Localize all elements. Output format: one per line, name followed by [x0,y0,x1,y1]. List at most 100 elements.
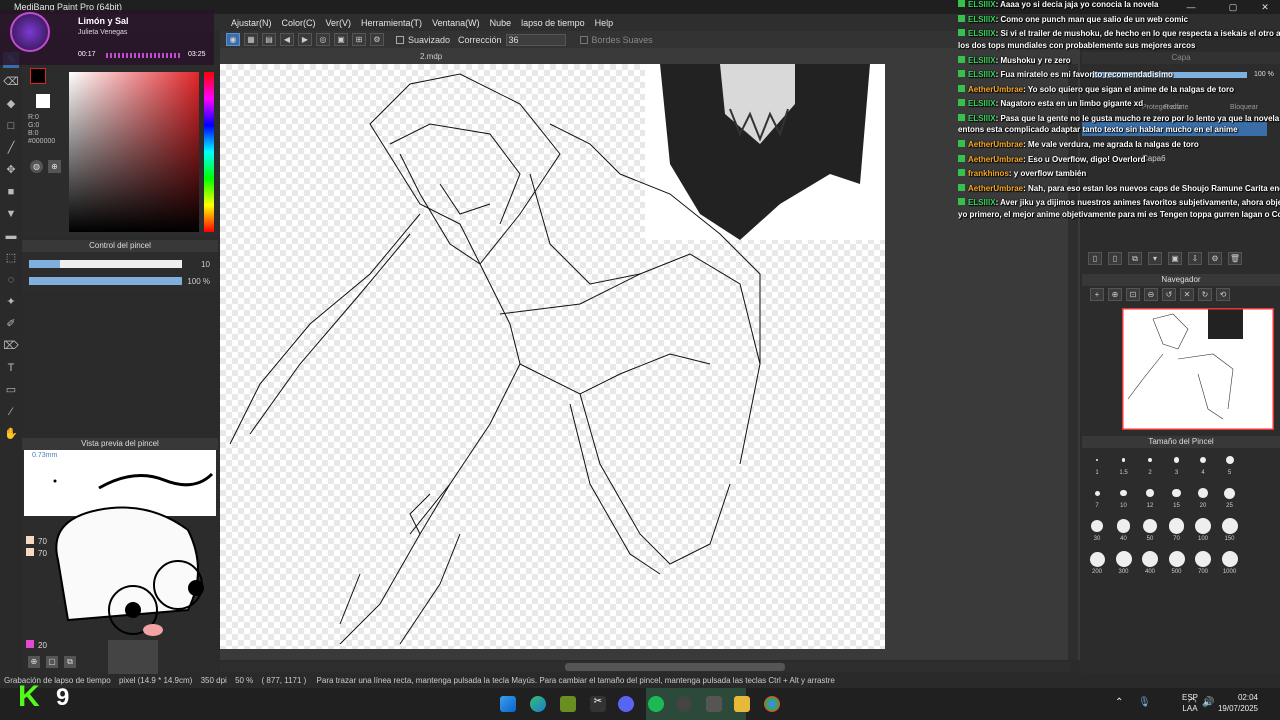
brush-size-option[interactable]: 200 [1082,551,1112,575]
background-color-swatch[interactable] [36,94,50,108]
brush-size-option[interactable]: 30 [1082,518,1112,542]
mic-icon[interactable]: 🎙 [1138,697,1151,708]
brush-mode-icon[interactable]: ◉ [226,33,240,46]
brush-size-option[interactable]: 2 [1135,452,1165,476]
foreground-color-swatch[interactable] [30,68,46,84]
divide-tool-icon[interactable]: ▭ [3,382,19,398]
volume-icon[interactable]: 🔊 [1202,697,1214,708]
smoothing-checkbox[interactable] [396,35,404,44]
snap-icon[interactable]: ⊞ [352,33,366,46]
arrow-icon[interactable]: ◀ [280,33,294,46]
pattern-icon[interactable]: ▦ [244,33,258,46]
chat-username[interactable]: ELSIIIX [968,56,996,65]
edge-icon[interactable] [530,696,546,712]
palette-icon[interactable]: ⊕ [48,160,61,173]
brush-size-option[interactable]: 25 [1215,485,1245,509]
spotify-icon[interactable] [648,696,664,712]
merge-icon[interactable]: ⇩ [1188,252,1202,265]
ruler-icon[interactable]: ▶ [298,33,312,46]
horizontal-scroll-thumb[interactable] [565,663,785,671]
drawing-canvas[interactable] [220,64,885,649]
move-tool-icon[interactable]: ✥ [3,162,19,178]
zoom-in-icon[interactable]: + [1090,288,1104,301]
menu-ajustar[interactable]: Ajustar(N) [231,18,272,28]
select-pen-icon[interactable]: ✐ [3,316,19,332]
brush-size-option[interactable]: 150 [1215,518,1245,542]
zoom-out-icon[interactable]: ⊖ [1144,288,1158,301]
brush-size-option[interactable]: 40 [1109,518,1139,542]
chat-username[interactable]: ELSIIIX [968,114,996,123]
brush-size-option[interactable]: 5 [1215,452,1245,476]
medibang-icon[interactable] [706,696,722,712]
copy-layer-icon[interactable]: ⧉ [1128,252,1142,265]
folder-icon[interactable]: ▣ [1168,252,1182,265]
menu-color[interactable]: Color(C) [282,18,316,28]
obs-icon[interactable] [676,696,692,712]
brush-size-option[interactable]: 20 [1188,485,1218,509]
dot-tool-icon[interactable]: ◆ [3,96,19,112]
chat-username[interactable]: ELSIIIX [968,99,996,108]
tray-chevron-icon[interactable]: ⌃ [1115,697,1123,708]
saturation-value-picker[interactable] [69,72,199,232]
brush-size-option[interactable]: 300 [1109,551,1139,575]
layer-settings-icon[interactable]: ⚙ [1208,252,1222,265]
bucket-tool-icon[interactable]: ▼ [3,206,19,222]
select-tool-icon[interactable]: ⬚ [3,250,19,266]
line-tool-icon[interactable]: ╱ [3,140,19,156]
wifi-icon[interactable]: ◠ [1188,697,1197,708]
brush-size-option[interactable]: 100 [1188,518,1218,542]
brush-size-option[interactable]: 12 [1135,485,1165,509]
brush-size-option[interactable]: 7 [1082,485,1112,509]
grid-icon[interactable]: ▤ [262,33,276,46]
document-tab[interactable]: 2.mdp [420,52,442,61]
chat-username[interactable]: frankhinos [968,169,1009,178]
circle-ruler-icon[interactable]: ◎ [316,33,330,46]
brush-size-option[interactable]: 700 [1188,551,1218,575]
brush-size-option[interactable]: 400 [1135,551,1165,575]
new-layer-icon[interactable]: ▯ [1088,252,1102,265]
fit-icon[interactable]: ⊡ [1126,288,1140,301]
brush-size-option[interactable]: 1000 [1215,551,1245,575]
discord-icon[interactable] [618,696,634,712]
brush-size-option[interactable]: 500 [1162,551,1192,575]
correction-select[interactable]: 36 [505,33,566,46]
rotate-left-icon[interactable]: ↺ [1162,288,1176,301]
menu-nube[interactable]: Nube [490,18,512,28]
chat-username[interactable]: ELSIIIX [968,0,996,9]
brush-size-option[interactable]: 1 [1082,452,1112,476]
gradient-tool-icon[interactable]: ▬ [3,228,19,244]
clock[interactable]: 02:04 19/07/2025 [1218,692,1258,714]
chat-username[interactable]: AetherUmbrae [968,85,1023,94]
brush-size-option[interactable]: 4 [1188,452,1218,476]
chrome-icon[interactable] [764,696,780,712]
chat-username[interactable]: ELSIIIX [968,29,996,38]
brush-size-option[interactable]: 70 [1162,518,1192,542]
menu-herramienta[interactable]: Herramienta(T) [361,18,422,28]
brush-opacity-slider[interactable] [29,277,182,285]
menu-ventana[interactable]: Ventana(W) [432,18,480,28]
brush-size-slider[interactable] [29,260,182,268]
lasso-tool-icon[interactable]: ◌ [3,272,19,288]
brush-size-option[interactable]: 1.5 [1109,452,1139,476]
shape-tool-icon[interactable]: □ [3,118,19,134]
eyedropper-icon[interactable]: ⁄ [3,404,19,420]
text-tool-icon[interactable]: T [3,360,19,376]
fill-rect-icon[interactable]: ■ [3,184,19,200]
new-layer-2-icon[interactable]: ▯ [1108,252,1122,265]
zoom-in-2-icon[interactable]: ⊕ [1108,288,1122,301]
delete-layer-icon[interactable]: 🗑 [1228,252,1242,265]
settings-icon[interactable]: ⚙ [370,33,384,46]
rotate-right-icon[interactable]: ↻ [1198,288,1212,301]
capcut-icon[interactable]: ✂ [590,696,606,712]
chat-username[interactable]: AetherUmbrae [968,155,1023,164]
menu-ver[interactable]: Ver(V) [326,18,352,28]
brush-size-option[interactable]: 15 [1162,485,1192,509]
chat-username[interactable]: ELSIIIX [968,15,996,24]
chat-username[interactable]: ELSIIIX [968,70,996,79]
start-icon[interactable] [500,696,516,712]
brush-size-option[interactable]: 50 [1135,518,1165,542]
brush-size-option[interactable]: 3 [1162,452,1192,476]
select-eraser-icon[interactable]: ⌦ [3,338,19,354]
reset-icon[interactable]: ⟲ [1216,288,1230,301]
menu-help[interactable]: Help [595,18,614,28]
